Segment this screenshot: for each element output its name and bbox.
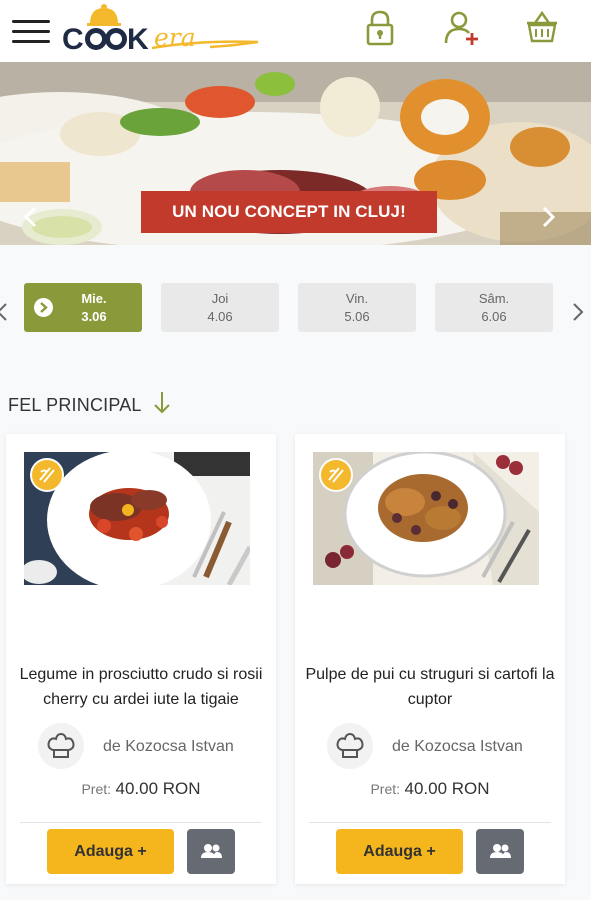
- price-label: Pret:: [370, 781, 401, 797]
- day-date: 6.06: [481, 309, 507, 324]
- cookera-logo[interactable]: C K era: [60, 2, 265, 56]
- day-tab-sat[interactable]: Sâm. 6.06: [435, 283, 553, 332]
- day-name: Sâm.: [478, 291, 510, 306]
- dish-image[interactable]: [24, 452, 250, 585]
- basket-icon[interactable]: [522, 8, 562, 48]
- hero-carousel[interactable]: UN NOU CONCEPT IN CLUJ!: [0, 62, 591, 245]
- add-to-cart-button[interactable]: Adauga +: [47, 829, 174, 874]
- lock-icon[interactable]: [360, 8, 400, 48]
- chef-name[interactable]: de Kozocsa Istvan: [392, 738, 523, 756]
- svg-text:C: C: [62, 23, 84, 56]
- group-order-button[interactable]: [187, 829, 235, 874]
- carousel-next-icon[interactable]: [537, 205, 559, 229]
- dish-title[interactable]: Legume in prosciutto crudo si rosii cher…: [16, 662, 266, 712]
- day-name: Mie.: [81, 291, 107, 306]
- chef-hat-icon: [336, 732, 364, 758]
- group-users-icon: [201, 844, 222, 858]
- price-value: 40.00 RON: [404, 779, 490, 798]
- day-date: 4.06: [207, 309, 233, 324]
- arrow-down-icon: [154, 392, 170, 414]
- menu-card: Legume in prosciutto crudo si rosii cher…: [6, 434, 276, 884]
- svg-text:K: K: [127, 23, 149, 56]
- day-date: 5.06: [344, 309, 370, 324]
- hamburger-menu-icon[interactable]: [12, 18, 50, 46]
- card-divider: [20, 822, 262, 823]
- group-users-icon: [490, 844, 511, 858]
- menu-card: Pulpe de pui cu struguri si cartofi la c…: [295, 434, 565, 884]
- price-label: Pret:: [81, 781, 112, 797]
- hero-banner: UN NOU CONCEPT IN CLUJ!: [141, 191, 437, 233]
- dish-image[interactable]: [313, 452, 539, 585]
- add-user-icon[interactable]: [441, 8, 481, 48]
- chef-name[interactable]: de Kozocsa Istvan: [103, 738, 234, 756]
- chef-hat-icon: [47, 732, 75, 758]
- price-row: Pret: 40.00 RON: [6, 779, 276, 799]
- price-value: 40.00 RON: [115, 779, 201, 798]
- price-row: Pret: 40.00 RON: [295, 779, 565, 799]
- card-divider: [309, 822, 551, 823]
- day-name: Vin.: [345, 291, 369, 306]
- chef-hat-badge-icon: [30, 458, 64, 492]
- day-prev-icon[interactable]: [0, 300, 10, 324]
- chef-avatar: [38, 723, 84, 769]
- dish-title[interactable]: Pulpe de pui cu struguri si cartofi la c…: [305, 662, 555, 712]
- section-title: FEL PRINCIPAL: [8, 395, 142, 415]
- day-date: 3.06: [81, 309, 107, 324]
- top-header: C K era: [0, 0, 591, 62]
- chef-hat-badge-icon: [319, 458, 353, 492]
- day-tab-wed[interactable]: Mie. 3.06: [24, 283, 142, 332]
- chef-avatar: [327, 723, 373, 769]
- day-next-icon[interactable]: [570, 300, 586, 324]
- group-order-button[interactable]: [476, 829, 524, 874]
- day-name: Joi: [211, 291, 229, 306]
- add-to-cart-button[interactable]: Adauga +: [336, 829, 463, 874]
- carousel-prev-icon[interactable]: [20, 205, 42, 229]
- day-tab-thu[interactable]: Joi 4.06: [161, 283, 279, 332]
- day-tab-fri[interactable]: Vin. 5.06: [298, 283, 416, 332]
